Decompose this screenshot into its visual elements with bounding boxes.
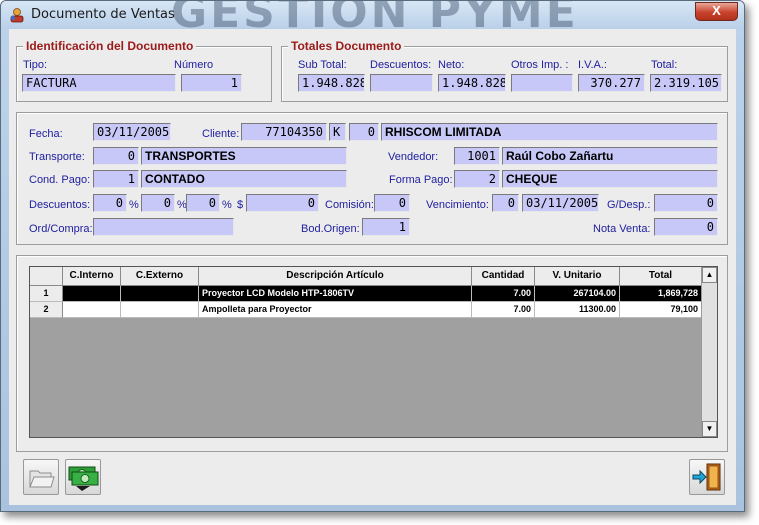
nota-venta-label: Nota Venta: [593, 223, 651, 235]
descuentos-label: Descuentos: [29, 199, 91, 211]
grid-header-c-interno[interactable]: C.Interno [63, 267, 121, 286]
cell-v-unitario[interactable]: 267104.00 [535, 286, 620, 302]
forma-pago-name-field[interactable]: CHEQUE [502, 170, 718, 188]
cell-total[interactable]: 1,869,728 [620, 286, 702, 302]
ord-compra-field[interactable] [93, 218, 234, 236]
detalle-grid[interactable]: C.Interno C.Externo Descripción Artículo… [29, 266, 718, 438]
scroll-up-button[interactable]: ▲ [702, 267, 717, 283]
grid-header-descripcion[interactable]: Descripción Artículo [199, 267, 472, 286]
otros-impuestos-field[interactable] [511, 74, 573, 92]
cond-pago-code-field[interactable]: 1 [93, 170, 139, 188]
cell-v-unitario[interactable]: 11300.00 [535, 302, 620, 318]
forma-pago-code-field[interactable]: 2 [454, 170, 500, 188]
descuentos-total-label: Descuentos: [370, 59, 432, 71]
cell-cantidad[interactable]: 7.00 [472, 302, 535, 318]
total-label: Total: [651, 59, 678, 71]
subtotal-label: Sub Total: [298, 59, 347, 71]
folder-icon [29, 470, 55, 488]
cell-descripcion[interactable]: Ampolleta para Proyector [199, 302, 472, 318]
guia-despacho-field[interactable]: 0 [654, 194, 718, 212]
cell-c-externo[interactable] [121, 302, 199, 318]
numero-field[interactable]: 1 [181, 74, 242, 92]
title-bar[interactable]: GESTION PYME Documento de Ventas X [1, 1, 744, 38]
exit-button[interactable] [689, 459, 725, 495]
identificacion-group: Identificación del Documento Tipo: Númer… [16, 39, 272, 102]
vencimiento-dias-field[interactable]: 0 [492, 194, 519, 212]
neto-field[interactable]: 1.948.828 [438, 74, 506, 92]
grid-header-cantidad[interactable]: Cantidad [472, 267, 535, 286]
cell-descripcion[interactable]: Proyector LCD Modelo HTP-1806TV [199, 286, 472, 302]
vencimiento-label: Vencimiento: [426, 199, 489, 211]
descuento-1-field[interactable]: 0 [93, 194, 127, 212]
row-index: 2 [30, 302, 63, 318]
fecha-field[interactable]: 03/11/2005 [93, 123, 171, 141]
documento-form: Fecha: 03/11/2005 Cliente: 77104350 K 0 … [16, 112, 728, 245]
cell-c-interno[interactable] [63, 302, 121, 318]
ord-compra-label: Ord/Compra: [29, 223, 93, 235]
identificacion-title: Identificación del Documento [23, 39, 197, 53]
save-document-button[interactable] [65, 459, 101, 495]
exit-door-icon [692, 463, 721, 491]
client-area: Identificación del Documento Tipo: Númer… [9, 29, 736, 505]
descuento-3-field[interactable]: 0 [186, 194, 220, 212]
descuento-monto-field[interactable]: 0 [246, 194, 319, 212]
vendedor-code-field[interactable]: 1001 [454, 147, 500, 165]
transporte-name-field[interactable]: TRANSPORTES [141, 147, 347, 165]
scroll-down-button[interactable]: ▼ [702, 421, 717, 437]
tipo-field[interactable]: FACTURA [22, 74, 176, 92]
cliente-sucursal-field[interactable]: 0 [349, 123, 379, 141]
guia-despacho-label: G/Desp.: [607, 199, 651, 211]
bod-origen-field[interactable]: 1 [362, 218, 410, 236]
cell-total[interactable]: 79,100 [620, 302, 702, 318]
row-index: 1 [30, 286, 63, 302]
transporte-code-field[interactable]: 0 [93, 147, 139, 165]
bod-origen-label: Bod.Origen: [301, 223, 360, 235]
documento-ventas-window: GESTION PYME Documento de Ventas X Ident… [0, 0, 745, 512]
neto-label: Neto: [438, 59, 465, 71]
percent-sign: % [222, 199, 232, 211]
close-button[interactable]: X [695, 2, 738, 21]
cell-c-externo[interactable] [121, 286, 199, 302]
totales-group: Totales Documento Sub Total: Descuentos:… [281, 39, 728, 102]
vendedor-label: Vendedor: [388, 151, 439, 163]
transporte-label: Transporte: [29, 151, 85, 163]
nota-venta-field[interactable]: 0 [654, 218, 718, 236]
comision-label: Comisión: [325, 199, 374, 211]
cliente-rut-field[interactable]: 77104350 [241, 123, 327, 141]
iva-field[interactable]: 370.277 [578, 74, 645, 92]
money-icon [68, 466, 99, 491]
app-icon [10, 8, 24, 23]
cliente-label: Cliente: [202, 128, 240, 140]
otros-impuestos-label: Otros Imp. : [511, 59, 569, 71]
subtotal-field[interactable]: 1.948.828 [298, 74, 365, 92]
iva-label: I.V.A.: [578, 59, 607, 71]
dollar-sign: $ [237, 199, 244, 211]
comision-field[interactable]: 0 [374, 194, 410, 212]
grid-scrollbar[interactable]: ▲ ▼ [701, 267, 717, 437]
cond-pago-label: Cond. Pago: [29, 174, 91, 186]
numero-label: Número [174, 59, 214, 71]
vencimiento-fecha-field[interactable]: 03/11/2005 [522, 194, 599, 212]
grid-header-total[interactable]: Total [620, 267, 702, 286]
grid-header-v-unitario[interactable]: V. Unitario [535, 267, 620, 286]
tipo-label: Tipo: [23, 59, 48, 71]
forma-pago-label: Forma Pago: [389, 174, 453, 186]
percent-sign: % [129, 199, 139, 211]
cond-pago-name-field[interactable]: CONTADO [141, 170, 347, 188]
descuento-2-field[interactable]: 0 [141, 194, 175, 212]
grid-header-index [30, 267, 63, 286]
total-field[interactable]: 2.319.105 [650, 74, 722, 92]
cell-cantidad[interactable]: 7.00 [472, 286, 535, 302]
window-title: Documento de Ventas [31, 7, 175, 22]
cliente-dv-field[interactable]: K [329, 123, 346, 141]
open-document-button[interactable] [23, 459, 59, 495]
fecha-label: Fecha: [29, 128, 63, 140]
descuentos-total-field[interactable] [370, 74, 433, 92]
cliente-nombre-field[interactable]: RHISCOM LIMITADA [381, 123, 718, 141]
cell-c-interno[interactable] [63, 286, 121, 302]
totales-title: Totales Documento [288, 39, 405, 53]
grid-header-c-externo[interactable]: C.Externo [121, 267, 199, 286]
vendedor-name-field[interactable]: Raúl Cobo Zañartu [502, 147, 718, 165]
